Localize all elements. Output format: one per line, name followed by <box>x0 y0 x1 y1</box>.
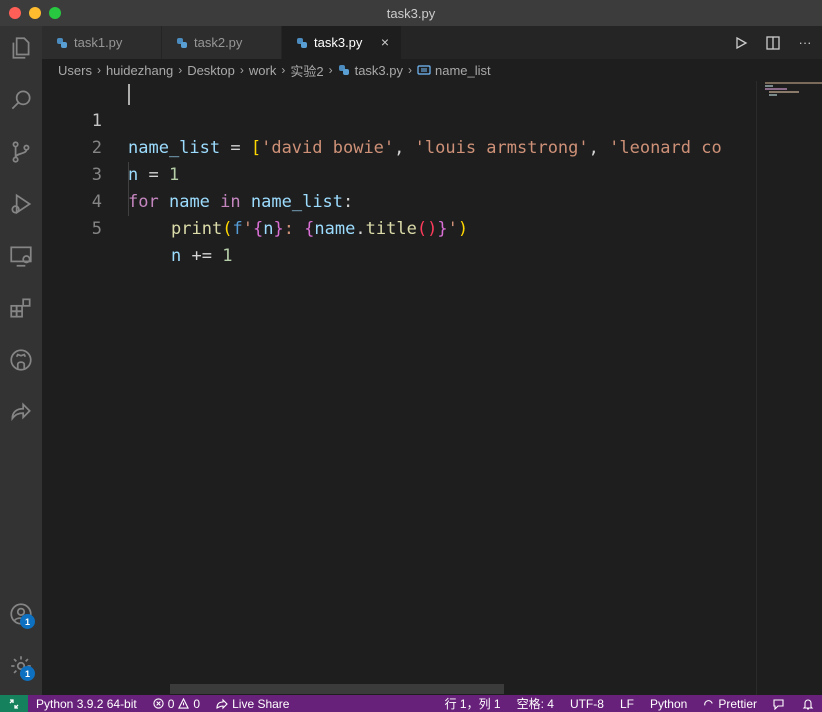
more-actions-icon[interactable]: ··· <box>796 34 814 52</box>
search-icon[interactable] <box>0 79 42 121</box>
code-line[interactable]: 1 name_list = ['david bowie', 'louis arm… <box>42 81 756 158</box>
minimap-line <box>769 94 777 96</box>
tab-task1[interactable]: task1.py <box>42 26 162 59</box>
warning-count: 0 <box>193 696 201 711</box>
tab-label: task2.py <box>194 35 243 50</box>
breadcrumb-separator: › <box>96 63 101 77</box>
python-file-icon <box>177 37 187 48</box>
run-file-icon[interactable] <box>732 34 750 52</box>
remote-indicator[interactable] <box>0 695 28 712</box>
problems-indicator[interactable]: 0 0 <box>145 697 208 711</box>
indentation[interactable]: 空格: 4 <box>509 695 562 712</box>
explorer-icon[interactable] <box>0 27 42 69</box>
tab-label: task1.py <box>74 35 123 50</box>
minimize-window-button[interactable] <box>29 7 41 19</box>
prettier-status[interactable]: Prettier <box>695 697 765 711</box>
remote-explorer-icon[interactable] <box>0 235 42 277</box>
remote-icon <box>9 698 19 709</box>
python-file-icon <box>338 65 349 75</box>
code-line[interactable]: 4 print(f'{n}: {name.title()}') <box>42 162 756 239</box>
error-icon <box>153 698 164 709</box>
breadcrumb: Users › huidezhang › Desktop › work › 实验… <box>42 59 822 81</box>
close-tab-icon[interactable]: × <box>381 34 389 50</box>
editor-actions: ··· <box>732 26 822 59</box>
close-window-button[interactable] <box>9 7 21 19</box>
maximize-window-button[interactable] <box>49 7 61 19</box>
code-line[interactable]: 5 n += 1 <box>42 189 756 266</box>
minimap-line <box>765 85 773 87</box>
source-control-icon[interactable] <box>0 131 42 173</box>
python-interpreter[interactable]: Python 3.9.2 64-bit <box>28 697 145 711</box>
github-icon[interactable] <box>0 339 42 381</box>
breadcrumb-separator: › <box>408 63 412 77</box>
breadcrumb-file-label: task3.py <box>354 62 403 78</box>
notifications-bell-icon[interactable] <box>794 698 822 710</box>
code-text: n += 1 <box>171 246 233 266</box>
accounts-badge: 1 <box>20 614 35 629</box>
breadcrumb-huidezhang[interactable]: huidezhang <box>106 63 173 78</box>
text-cursor <box>128 84 130 105</box>
accounts-icon[interactable]: 1 <box>0 593 42 635</box>
breadcrumb-separator: › <box>178 63 183 77</box>
breadcrumb-separator: › <box>281 63 286 77</box>
code-line[interactable]: 2 n = 1 <box>42 108 756 185</box>
minimap-line <box>765 82 822 84</box>
breadcrumb-experiment2[interactable]: 实验2 <box>290 61 323 80</box>
title-bar: task3.py <box>0 0 822 26</box>
check-circle-icon <box>704 700 714 706</box>
breadcrumb-users[interactable]: Users <box>58 63 92 78</box>
breadcrumb-work[interactable]: work <box>249 63 276 78</box>
settings-gear-icon[interactable]: 1 <box>0 645 42 687</box>
end-of-line[interactable]: LF <box>612 697 642 711</box>
status-bar: Python 3.9.2 64-bit 0 0 Live Share 行 1，列… <box>0 695 822 712</box>
code-line[interactable]: 3 for name in name_list: <box>42 135 756 212</box>
tab-label: task3.py <box>314 35 363 50</box>
cursor-position[interactable]: 行 1，列 1 <box>437 695 509 712</box>
breadcrumb-separator: › <box>328 63 333 77</box>
language-mode[interactable]: Python <box>642 697 695 711</box>
horizontal-scrollbar[interactable] <box>170 684 504 694</box>
line-number: 5 <box>91 219 102 239</box>
breadcrumb-desktop[interactable]: Desktop <box>187 63 235 78</box>
run-debug-icon[interactable] <box>0 183 42 225</box>
code-editor[interactable]: 1 name_list = ['david bowie', 'louis arm… <box>42 81 756 695</box>
status-bar-right: 行 1，列 1 空格: 4 UTF-8 LF Python Prettier <box>437 695 822 712</box>
indent-guide <box>128 162 129 216</box>
settings-badge: 1 <box>20 666 35 681</box>
live-share-label: Live Share <box>232 696 290 711</box>
window-title: task3.py <box>386 5 436 21</box>
feedback-icon[interactable] <box>765 698 794 710</box>
warning-icon <box>178 698 190 709</box>
live-share-icon[interactable] <box>0 391 42 433</box>
minimap[interactable] <box>756 81 822 695</box>
code-text: print(f'{n}: {name.title()}') <box>171 219 469 239</box>
prettier-label: Prettier <box>718 696 757 711</box>
split-editor-icon[interactable] <box>764 34 782 52</box>
tab-task3[interactable]: task3.py × <box>282 26 402 59</box>
encoding[interactable]: UTF-8 <box>562 697 612 711</box>
tab-task2[interactable]: task2.py <box>162 26 282 59</box>
python-file-icon <box>57 37 67 48</box>
python-file-icon <box>297 37 307 48</box>
minimap-line <box>765 88 787 90</box>
variable-symbol-icon <box>417 65 431 75</box>
live-share-icon <box>216 698 228 709</box>
extensions-icon[interactable] <box>0 287 42 329</box>
breadcrumb-file[interactable]: task3.py <box>338 63 403 78</box>
activity-bar: 1 1 <box>0 26 42 695</box>
minimap-line <box>769 91 799 93</box>
breadcrumb-symbol[interactable]: name_list <box>417 63 491 78</box>
breadcrumb-symbol-label: name_list <box>435 62 491 78</box>
error-count: 0 <box>167 696 175 711</box>
window-controls <box>9 7 61 19</box>
breadcrumb-separator: › <box>239 63 244 77</box>
live-share-button[interactable]: Live Share <box>208 697 297 711</box>
editor-tab-bar: task1.py task2.py task3.py × ··· <box>42 26 822 59</box>
